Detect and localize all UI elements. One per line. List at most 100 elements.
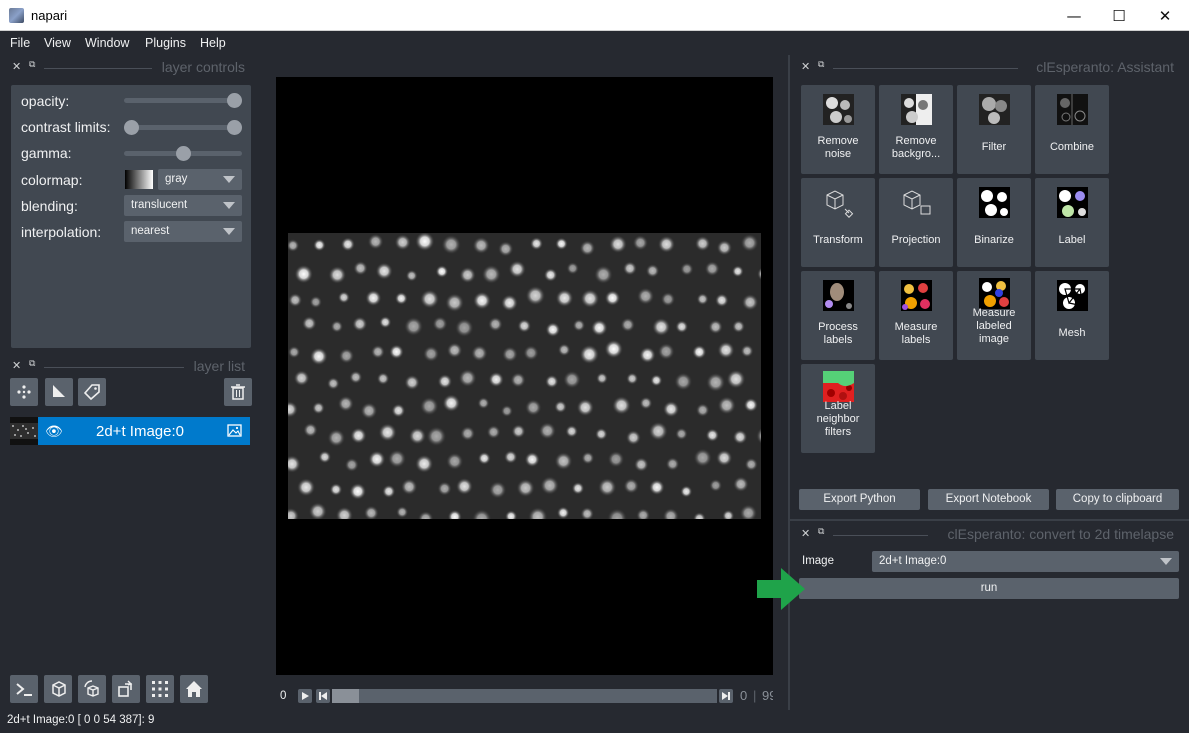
delete-layer-button[interactable] xyxy=(224,378,252,406)
tile-label: Process labels xyxy=(818,321,858,346)
nucleus xyxy=(415,233,435,252)
nucleus xyxy=(375,262,393,280)
process-labels-icon xyxy=(823,280,854,311)
gamma-slider-handle[interactable] xyxy=(175,146,191,161)
tile-label[interactable]: Label xyxy=(1035,178,1109,267)
close-window-button[interactable]: ✕ xyxy=(1142,0,1188,31)
nucleus xyxy=(693,512,706,519)
contrast-high-handle[interactable] xyxy=(227,120,242,135)
label-tag-icon xyxy=(83,384,100,401)
image-layer-display xyxy=(288,233,761,519)
nucleus xyxy=(650,374,663,387)
tile-mesh[interactable]: Mesh xyxy=(1035,271,1109,360)
menu-view[interactable]: View xyxy=(44,36,71,50)
menu-window[interactable]: Window xyxy=(85,36,129,50)
copy-to-clipboard-button[interactable]: Copy to clipboard xyxy=(1056,489,1179,510)
new-points-layer-button[interactable] xyxy=(10,378,38,406)
export-python-button[interactable]: Export Python xyxy=(799,489,920,510)
transpose-dimensions-button[interactable] xyxy=(112,675,140,703)
nucleus xyxy=(309,295,323,309)
nucleus xyxy=(294,264,314,284)
tile-binarize[interactable]: Binarize xyxy=(957,178,1031,267)
frame-slider-handle[interactable] xyxy=(332,689,359,703)
close-dock-icon[interactable]: ✕ xyxy=(12,60,21,73)
interpolation-select[interactable]: nearest xyxy=(124,221,242,242)
step-back-button[interactable] xyxy=(316,689,330,703)
half-blobs-icon xyxy=(901,94,932,125)
tile-measure-labels[interactable]: Measure labels xyxy=(879,271,953,360)
roll-dimensions-button[interactable] xyxy=(78,675,106,703)
console-button[interactable] xyxy=(10,675,38,703)
nucleus xyxy=(446,452,464,470)
nucleus xyxy=(674,372,693,391)
nucleus xyxy=(556,506,570,519)
nucleus xyxy=(694,235,711,252)
minimize-button[interactable]: — xyxy=(1051,0,1097,31)
run-button[interactable]: run xyxy=(799,578,1179,599)
reset-view-button[interactable] xyxy=(180,675,208,703)
tile-remove-noise[interactable]: Remove noise xyxy=(801,85,875,174)
float-dock-icon[interactable]: ⧉ xyxy=(818,527,824,537)
nucleus xyxy=(696,293,709,306)
new-shapes-layer-button[interactable] xyxy=(45,378,73,406)
nucleus xyxy=(338,348,355,364)
status-bar: 2d+t Image:0 [ 0 0 54 387]: 9 xyxy=(7,714,155,726)
frame-slider[interactable] xyxy=(332,689,717,703)
opacity-slider[interactable] xyxy=(124,98,242,103)
nucleus xyxy=(693,448,712,467)
tile-measure-labeled-image[interactable]: Measure labeled image xyxy=(957,271,1031,360)
close-dock-icon[interactable]: ✕ xyxy=(801,527,810,540)
nucleus xyxy=(680,485,693,498)
tile-projection[interactable]: Projection xyxy=(879,178,953,267)
float-dock-icon[interactable]: ⧉ xyxy=(818,60,824,70)
tile-remove-backgro[interactable]: Remove backgro... xyxy=(879,85,953,174)
layer-row[interactable]: 👁 2d+t Image:0 xyxy=(10,417,250,445)
nucleus xyxy=(288,507,300,519)
chevron-down-icon xyxy=(223,202,235,209)
contrast-limits-slider[interactable] xyxy=(124,125,242,130)
opacity-slider-handle[interactable] xyxy=(227,93,242,108)
menu-help[interactable]: Help xyxy=(200,36,226,50)
tile-filter[interactable]: Filter xyxy=(957,85,1031,174)
menu-file[interactable]: File xyxy=(10,36,30,50)
colormap-select[interactable]: gray xyxy=(158,169,242,190)
layer-name[interactable]: 2d+t Image:0 xyxy=(96,423,184,440)
image-param-select[interactable]: 2d+t Image:0 xyxy=(872,551,1179,572)
grid-view-button[interactable] xyxy=(146,675,174,703)
menu-plugins[interactable]: Plugins xyxy=(145,36,186,50)
nucleus xyxy=(604,290,621,306)
close-dock-icon[interactable]: ✕ xyxy=(12,359,21,372)
nucleus xyxy=(400,478,418,496)
chevron-down-icon xyxy=(223,176,235,183)
maximize-button[interactable]: ☐ xyxy=(1096,0,1142,31)
visibility-eye-icon[interactable]: 👁 xyxy=(45,423,63,440)
nucleus xyxy=(293,370,310,387)
nucleus xyxy=(756,427,761,445)
play-button[interactable] xyxy=(298,689,312,703)
contrast-low-handle[interactable] xyxy=(124,120,139,135)
nucleus xyxy=(344,457,359,472)
nucleus xyxy=(609,235,627,254)
nucleus xyxy=(731,265,744,278)
export-notebook-button[interactable]: Export Notebook xyxy=(928,489,1049,510)
nucleus xyxy=(581,451,595,465)
chevron-down-icon xyxy=(1160,558,1172,565)
tile-combine[interactable]: Combine xyxy=(1035,85,1109,174)
nucleus xyxy=(580,507,594,519)
blending-select[interactable]: translucent xyxy=(124,195,242,216)
dock-splitter[interactable] xyxy=(788,55,790,710)
nucleus xyxy=(442,394,461,413)
toggle-ndisplay-button[interactable] xyxy=(44,675,72,703)
new-labels-layer-button[interactable] xyxy=(78,378,106,406)
float-dock-icon[interactable]: ⧉ xyxy=(29,359,35,369)
float-dock-icon[interactable]: ⧉ xyxy=(29,60,35,70)
nucleus xyxy=(595,427,608,441)
tile-transform[interactable]: Transform xyxy=(801,178,875,267)
step-forward-button[interactable] xyxy=(719,689,733,703)
tile-label-neighbor-filters[interactable]: Label neighbor filters xyxy=(801,364,875,453)
nucleus xyxy=(757,267,761,281)
close-dock-icon[interactable]: ✕ xyxy=(801,60,810,73)
nucleus xyxy=(313,238,326,252)
tile-process-labels[interactable]: Process labels xyxy=(801,271,875,360)
viewer-canvas[interactable] xyxy=(276,77,773,675)
